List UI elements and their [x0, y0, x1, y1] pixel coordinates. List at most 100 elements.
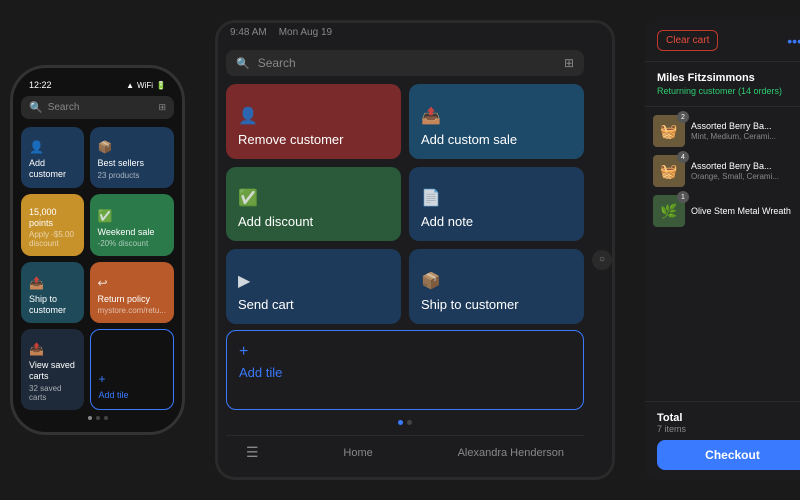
item-thumbnail-3: 🌿 1 — [653, 195, 685, 227]
item-qty-badge-1: 2 — [677, 111, 689, 123]
customer-section: Miles Fitzsimmons Returning customer (14… — [645, 62, 800, 107]
add-note-label: Add note — [421, 214, 572, 229]
dot-2 — [96, 416, 100, 420]
points-label: 15,000 points — [29, 207, 76, 229]
best-sellers-icon: 📦 — [98, 140, 166, 154]
more-options-button[interactable]: ••• — [781, 31, 800, 51]
tablet-page-indicator — [226, 416, 584, 429]
phone-device: 12:22 ▲ WiFi 🔋 🔍 Search ⊞ 👤 Add customer… — [10, 65, 185, 435]
return-label: Return policy — [98, 294, 166, 305]
item-desc-1: Mint, Medium, Cerami... — [691, 132, 800, 141]
item-name-1: Assorted Berry Ba... — [691, 121, 800, 132]
item-info-1: Assorted Berry Ba... Mint, Medium, Ceram… — [691, 121, 800, 142]
search-icon: 🔍 — [29, 101, 43, 114]
add-custom-sale-icon: 📤 — [421, 106, 572, 126]
phone-status-bar: 12:22 ▲ WiFi 🔋 — [21, 80, 174, 96]
item-desc-2: Orange, Small, Cerami... — [691, 172, 800, 181]
tablet-user-label: Alexandra Henderson — [458, 447, 564, 459]
hamburger-icon[interactable]: ☰ — [246, 444, 259, 461]
tablet-ship-label: Ship to customer — [421, 297, 572, 312]
weekend-sale-sublabel: -20% discount — [98, 239, 166, 248]
tablet-home-button[interactable]: ○ — [592, 250, 612, 270]
tablet-add-tile-icon: + — [239, 343, 571, 361]
remove-customer-icon: 👤 — [238, 106, 389, 126]
tablet-date: Mon Aug 19 — [279, 27, 332, 38]
send-cart-label: Send cart — [238, 297, 389, 312]
add-discount-label: Add discount — [238, 214, 389, 229]
customer-status: Returning customer (14 orders) — [657, 86, 800, 96]
total-label: Total — [657, 412, 800, 424]
tablet-tile-add-note[interactable]: 📄 Add note — [409, 167, 584, 242]
phone-grid-icon: ⊞ — [158, 102, 166, 113]
item-info-2: Assorted Berry Ba... Orange, Small, Cera… — [691, 161, 800, 182]
add-note-icon: 📄 — [421, 188, 572, 208]
item-qty-badge-2: 4 — [677, 151, 689, 163]
item-qty-badge-3: 1 — [677, 191, 689, 203]
ship-icon: 📤 — [29, 276, 76, 290]
tablet-time: 9:48 AM — [230, 27, 267, 38]
phone-tile-best-sellers[interactable]: 📦 Best sellers 23 products — [90, 127, 174, 188]
tab-dot-1 — [398, 420, 403, 425]
dot-1 — [88, 416, 92, 420]
phone-tile-saved-carts[interactable]: 📤 View saved carts 32 saved carts — [21, 329, 84, 410]
tablet-device: 9:48 AM Mon Aug 19 🔍 Search ⊞ 👤 Remove c… — [215, 20, 615, 480]
add-discount-icon: ✅ — [238, 188, 389, 208]
points-sublabel: Apply -$5.00 discount — [29, 230, 76, 248]
clear-cart-button[interactable]: Clear cart — [657, 30, 718, 51]
dot-3 — [104, 416, 108, 420]
return-sublabel: mystore.com/retu... — [98, 306, 166, 315]
add-custom-sale-label: Add custom sale — [421, 132, 572, 147]
phone-tile-add-tile[interactable]: + Add tile — [90, 329, 174, 410]
saved-carts-sublabel: 32 saved carts — [29, 384, 76, 402]
tablet-status-bar: 9:48 AM Mon Aug 19 — [218, 23, 612, 42]
saved-carts-icon: 📤 — [29, 342, 76, 356]
add-customer-icon: 👤 — [29, 140, 76, 154]
tablet-main-area: 🔍 Search ⊞ 👤 Remove customer 📤 Add custo… — [218, 42, 592, 477]
phone-tile-add-customer[interactable]: 👤 Add customer — [21, 127, 84, 188]
right-panel: Clear cart ••• Miles Fitzsimmons Returni… — [645, 20, 800, 480]
remove-customer-label: Remove customer — [238, 132, 389, 147]
total-items: 7 items — [657, 424, 800, 434]
phone-tile-ship-to-customer[interactable]: 📤 Ship to customer — [21, 262, 84, 323]
checkout-button[interactable]: Checkout — [657, 440, 800, 470]
tablet-bottom-bar: ☰ Home Alexandra Henderson — [226, 435, 584, 469]
item-info-3: Olive Stem Metal Wreath — [691, 206, 800, 217]
item-name-2: Assorted Berry Ba... — [691, 161, 800, 172]
add-customer-label: Add customer — [29, 158, 76, 180]
item-thumbnail-1: 🧺 2 — [653, 115, 685, 147]
tablet-tile-remove-customer[interactable]: 👤 Remove customer — [226, 84, 401, 159]
tablet-add-tile[interactable]: + Add tile — [226, 330, 584, 410]
phone-status-icons: ▲ WiFi 🔋 — [126, 81, 166, 90]
tablet-tile-add-custom-sale[interactable]: 📤 Add custom sale — [409, 84, 584, 159]
phone-tile-grid: 👤 Add customer 📦 Best sellers 23 product… — [21, 127, 174, 410]
phone-tile-points[interactable]: 15,000 points Apply -$5.00 discount — [21, 194, 84, 257]
tablet-body: 🔍 Search ⊞ 👤 Remove customer 📤 Add custo… — [218, 42, 612, 477]
add-tile-phone-label: Add tile — [99, 390, 165, 401]
tablet-add-tile-label: Add tile — [239, 365, 571, 380]
scene: 12:22 ▲ WiFi 🔋 🔍 Search ⊞ 👤 Add customer… — [10, 10, 790, 490]
tablet-tile-add-discount[interactable]: ✅ Add discount — [226, 167, 401, 242]
order-item: 🧺 4 Assorted Berry Ba... Orange, Small, … — [653, 155, 800, 187]
item-name-3: Olive Stem Metal Wreath — [691, 206, 800, 217]
phone-tile-return-policy[interactable]: ↩ Return policy mystore.com/retu... — [90, 262, 174, 323]
tablet-home-label: Home — [343, 447, 372, 459]
send-cart-icon: ▶ — [238, 271, 389, 291]
tablet-tile-send-cart[interactable]: ▶ Send cart — [226, 249, 401, 324]
ship-label: Ship to customer — [29, 294, 76, 316]
phone-tile-weekend-sale[interactable]: ✅ Weekend sale -20% discount — [90, 194, 174, 257]
best-sellers-label: Best sellers — [98, 158, 166, 169]
weekend-sale-label: Weekend sale — [98, 227, 166, 238]
phone-time: 12:22 — [29, 80, 52, 90]
saved-carts-label: View saved carts — [29, 360, 76, 382]
tablet-grid-icon: ⊞ — [564, 56, 574, 70]
order-items-list: 🧺 2 Assorted Berry Ba... Mint, Medium, C… — [645, 107, 800, 401]
tablet-search-icon: 🔍 — [236, 57, 250, 70]
tablet-tile-ship-to-customer[interactable]: 📦 Ship to customer — [409, 249, 584, 324]
tablet-search-placeholder: Search — [258, 56, 556, 70]
phone-search-bar[interactable]: 🔍 Search ⊞ — [21, 96, 174, 119]
tablet-search-bar[interactable]: 🔍 Search ⊞ — [226, 50, 584, 76]
phone-search-placeholder: Search — [48, 102, 80, 113]
item-thumbnail-2: 🧺 4 — [653, 155, 685, 187]
panel-footer: Total 7 items Checkout — [645, 401, 800, 480]
order-item: 🌿 1 Olive Stem Metal Wreath — [653, 195, 800, 227]
